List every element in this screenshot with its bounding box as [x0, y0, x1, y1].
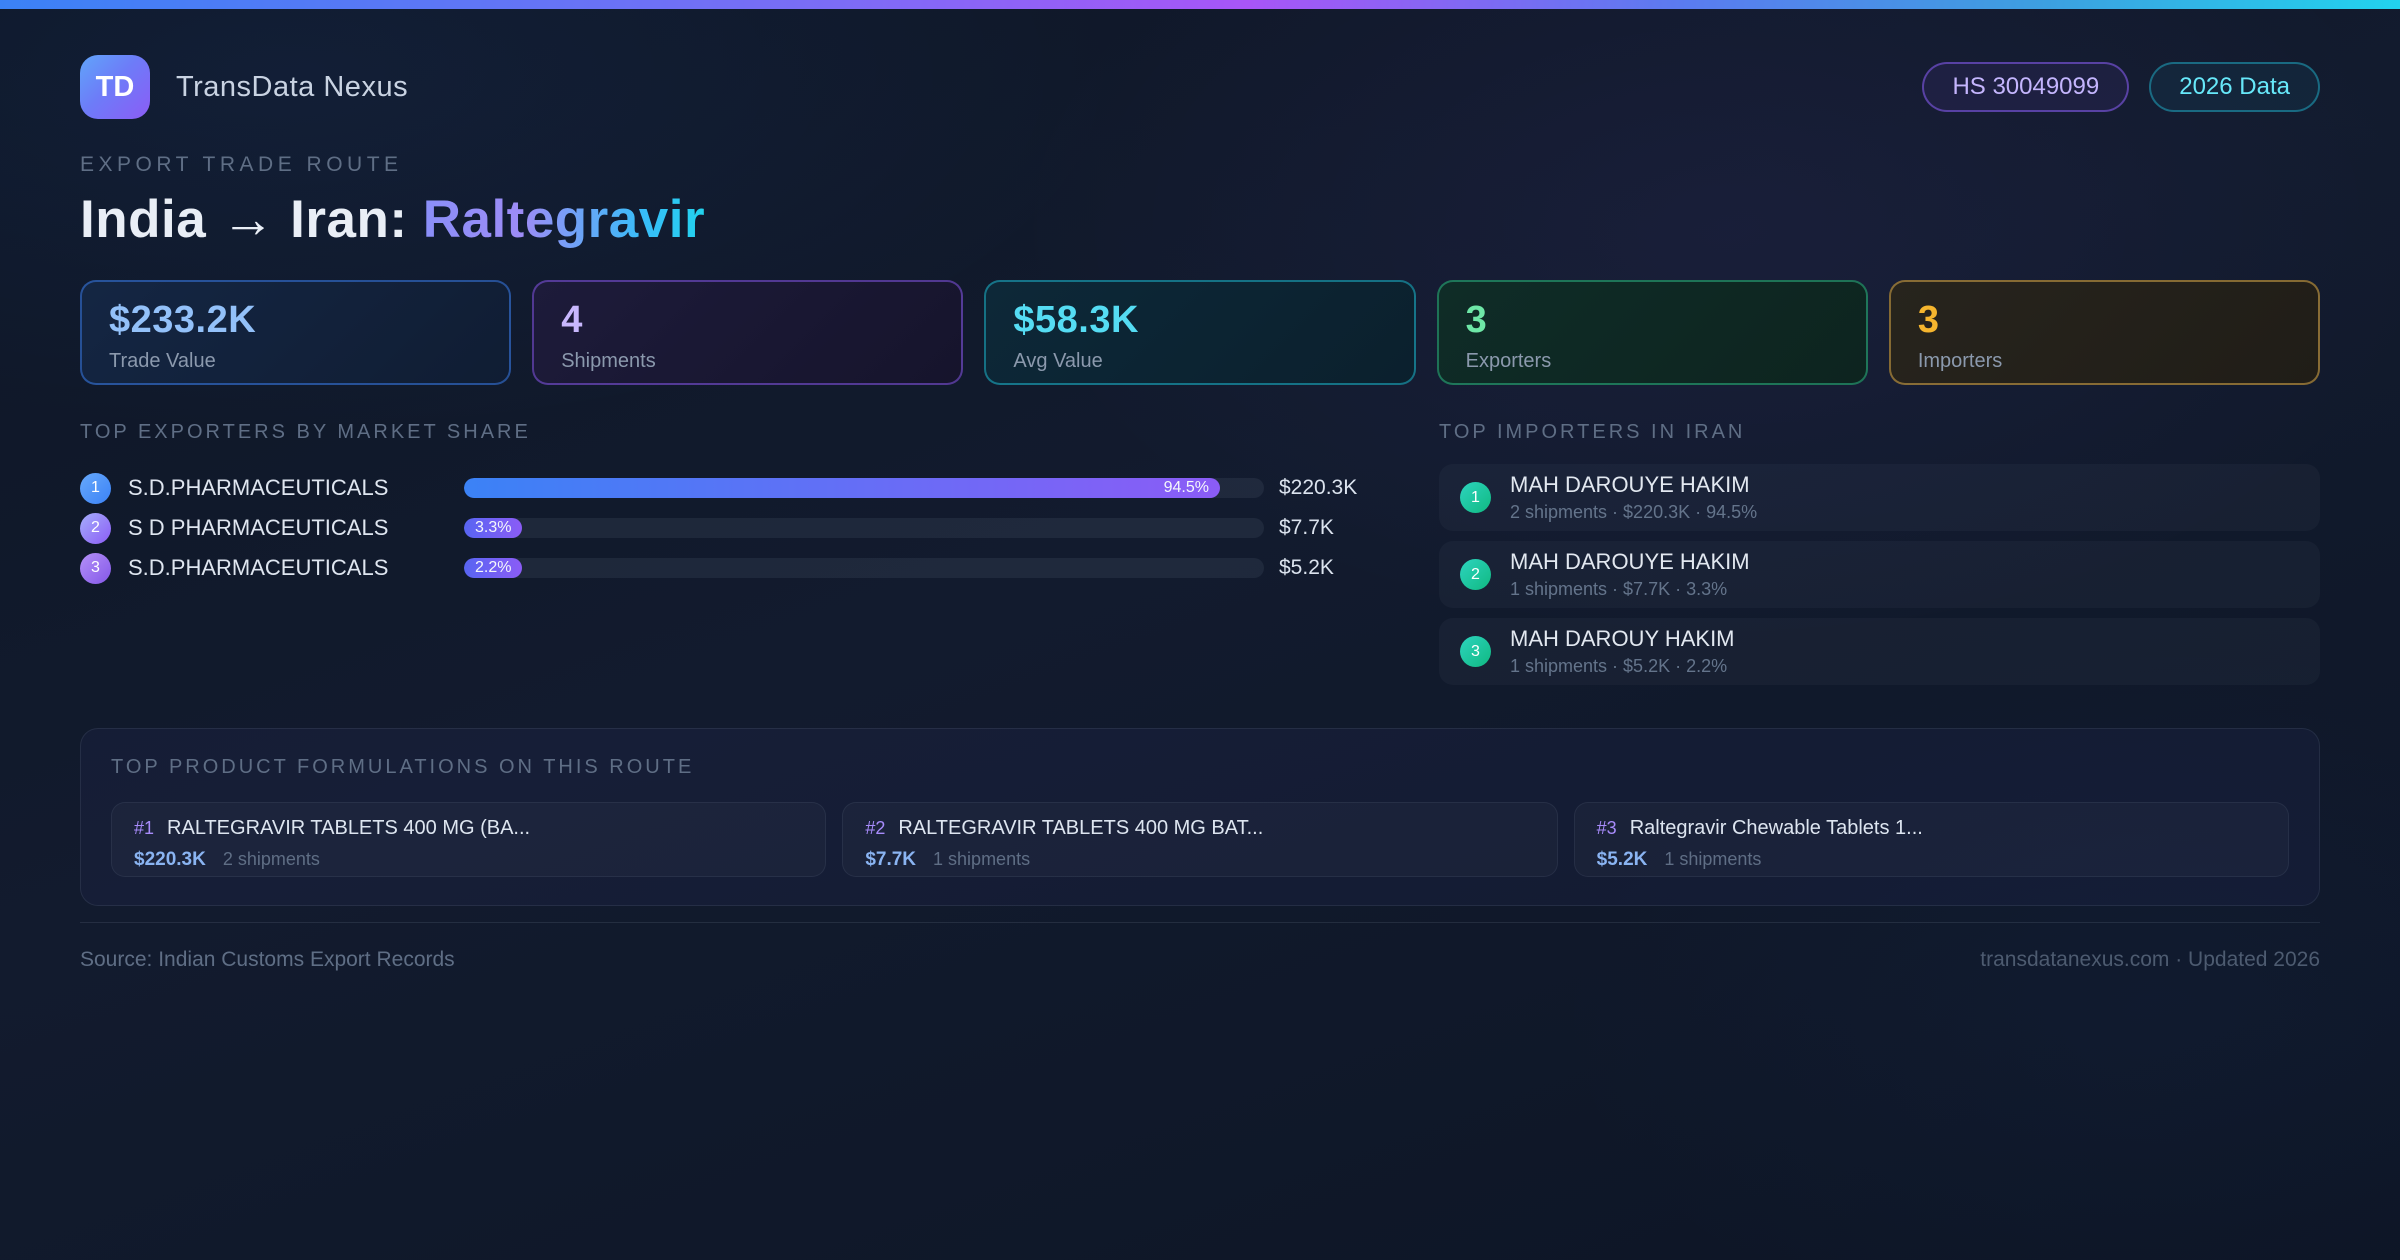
product-rank: #2	[865, 818, 886, 838]
market-share-bar-fill: 94.5%	[464, 478, 1220, 498]
stat-card-avg-value: $58.3K Avg Value	[984, 280, 1416, 385]
importer-list: 1 MAH DAROUYE HAKIM 2 shipments · $220.3…	[1439, 464, 2320, 685]
brand[interactable]: TD TransData Nexus	[80, 55, 408, 119]
importer-card[interactable]: 3 MAH DAROUY HAKIM 1 shipments · $5.2K ·…	[1439, 618, 2320, 685]
stat-value: 4	[561, 299, 583, 341]
brand-name: TransData Nexus	[176, 70, 409, 103]
brand-logo-text: TD	[95, 70, 135, 103]
market-share-percent: 3.3%	[475, 519, 512, 536]
exporter-value: $5.2K	[1279, 556, 1334, 579]
accent-gradient-bar	[0, 0, 2400, 9]
stat-card-trade-value: $233.2K Trade Value	[80, 280, 512, 385]
market-share-bar-fill: 3.3%	[464, 518, 523, 538]
brand-logo: TD	[80, 55, 150, 119]
exporter-row[interactable]: 2 S D PHARMACEUTICALS 3.3% $7.7K	[80, 508, 1405, 548]
product-card[interactable]: #3 Raltegravir Chewable Tablets 1... $5.…	[1573, 802, 2289, 877]
market-share-bar-fill: 2.2%	[464, 558, 523, 578]
rank-badge: 1	[1460, 482, 1491, 513]
stat-value: $233.2K	[109, 299, 257, 341]
importer-name: MAH DAROUYE HAKIM	[1510, 472, 1750, 497]
product-shipments: 1 shipments	[1664, 849, 1762, 869]
market-share-bar-track: 94.5%	[464, 478, 1264, 498]
header-badges: HS 30049099 2026 Data	[1922, 62, 2320, 112]
exporters-section-title: TOP EXPORTERS BY MARKET SHARE	[80, 421, 531, 443]
importer-meta: 2 shipments · $220.3K · 94.5%	[1510, 502, 1758, 522]
stat-label: Trade Value	[109, 350, 216, 372]
importer-card[interactable]: 1 MAH DAROUYE HAKIM 2 shipments · $220.3…	[1439, 464, 2320, 531]
product-rank: #1	[134, 818, 155, 838]
product-name-highlight: Raltegravir	[422, 190, 706, 249]
market-share-percent: 94.5%	[1163, 479, 1209, 496]
product-value: $5.2K	[1596, 849, 1648, 870]
exporter-row[interactable]: 1 S.D.PHARMACEUTICALS 94.5% $220.3K	[80, 468, 1405, 508]
importer-meta: 1 shipments · $7.7K · 3.3%	[1510, 579, 1728, 599]
route-title-prefix: India → Iran:	[80, 190, 423, 249]
stat-value: 3	[1465, 299, 1488, 341]
stat-label: Exporters	[1465, 350, 1552, 372]
product-shipments: 1 shipments	[933, 849, 1031, 869]
market-share-bar-track: 3.3%	[464, 518, 1264, 538]
rank-badge: 3	[1460, 636, 1491, 667]
data-source-note: Source: Indian Customs Export Records	[80, 948, 455, 971]
top-exporters-section: TOP EXPORTERS BY MARKET SHARE 1 S.D.PHAR…	[80, 421, 1405, 695]
stat-label: Importers	[1917, 350, 2003, 372]
exporter-value: $7.7K	[1279, 516, 1334, 539]
rank-badge: 1	[80, 472, 111, 504]
year-data-badge[interactable]: 2026 Data	[2149, 62, 2320, 112]
stat-card-exporters: 3 Exporters	[1436, 280, 1868, 385]
page-footer: Source: Indian Customs Export Records tr…	[80, 922, 2320, 972]
market-share-percent: 2.2%	[475, 559, 512, 576]
exporter-value: $220.3K	[1279, 476, 1358, 499]
top-products-panel: TOP PRODUCT FORMULATIONS ON THIS ROUTE #…	[80, 728, 2320, 906]
stat-label: Shipments	[561, 350, 656, 372]
stat-value: 3	[1917, 299, 1940, 341]
exporter-name: S.D.PHARMACEUTICALS	[128, 475, 389, 500]
products-section-title: TOP PRODUCT FORMULATIONS ON THIS ROUTE	[111, 756, 695, 778]
stat-value: $58.3K	[1013, 299, 1139, 341]
product-rank: #3	[1596, 818, 1617, 838]
importer-card[interactable]: 2 MAH DAROUYE HAKIM 1 shipments · $7.7K …	[1439, 541, 2320, 608]
product-card[interactable]: #2 RALTEGRAVIR TABLETS 400 MG BAT... $7.…	[842, 802, 1558, 877]
stat-card-row: $233.2K Trade Value 4 Shipments $58.3K A…	[80, 280, 2321, 385]
app-header: TD TransData Nexus HS 30049099 2026 Data	[80, 9, 2320, 119]
dashboard-page: TD TransData Nexus HS 30049099 2026 Data…	[0, 9, 2400, 972]
exporter-name: S D PHARMACEUTICALS	[128, 515, 389, 540]
top-importers-section: TOP IMPORTERS IN IRAN 1 MAH DAROUYE HAKI…	[1439, 421, 2320, 695]
market-share-bar-track: 2.2%	[464, 558, 1264, 578]
rank-badge: 2	[80, 512, 111, 544]
stat-card-shipments: 4 Shipments	[532, 280, 964, 385]
product-shipments: 2 shipments	[222, 849, 320, 869]
product-name: RALTEGRAVIR TABLETS 400 MG BAT...	[898, 817, 1264, 839]
hs-code-badge[interactable]: HS 30049099	[1922, 62, 2130, 112]
stat-label: Avg Value	[1013, 350, 1103, 372]
page-title: India → Iran: Raltegravir	[80, 189, 2320, 250]
product-name: Raltegravir Chewable Tablets 1...	[1629, 817, 1923, 839]
importer-name: MAH DAROUYE HAKIM	[1510, 549, 1750, 574]
importer-name: MAH DAROUY HAKIM	[1510, 626, 1735, 651]
rank-badge: 3	[80, 552, 111, 584]
product-value: $220.3K	[134, 849, 206, 870]
importer-meta: 1 shipments · $5.2K · 2.2%	[1510, 656, 1728, 676]
exporter-name: S.D.PHARMACEUTICALS	[128, 555, 389, 580]
product-card[interactable]: #1 RALTEGRAVIR TABLETS 400 MG (BA... $22…	[111, 802, 827, 877]
product-value: $7.7K	[865, 849, 917, 870]
product-name: RALTEGRAVIR TABLETS 400 MG (BA...	[167, 817, 531, 839]
exporter-row[interactable]: 3 S.D.PHARMACEUTICALS 2.2% $5.2K	[80, 548, 1405, 588]
product-card-row: #1 RALTEGRAVIR TABLETS 400 MG (BA... $22…	[111, 802, 2289, 877]
exporter-list: 1 S.D.PHARMACEUTICALS 94.5% $220.3K 2 S …	[80, 468, 1405, 588]
page-eyebrow: EXPORT TRADE ROUTE	[80, 153, 403, 176]
rank-badge: 2	[1460, 559, 1491, 590]
site-credit: transdatanexus.com · Updated 2026	[1980, 948, 2320, 971]
stat-card-importers: 3 Importers	[1888, 280, 2321, 385]
importers-section-title: TOP IMPORTERS IN IRAN	[1439, 421, 1746, 443]
